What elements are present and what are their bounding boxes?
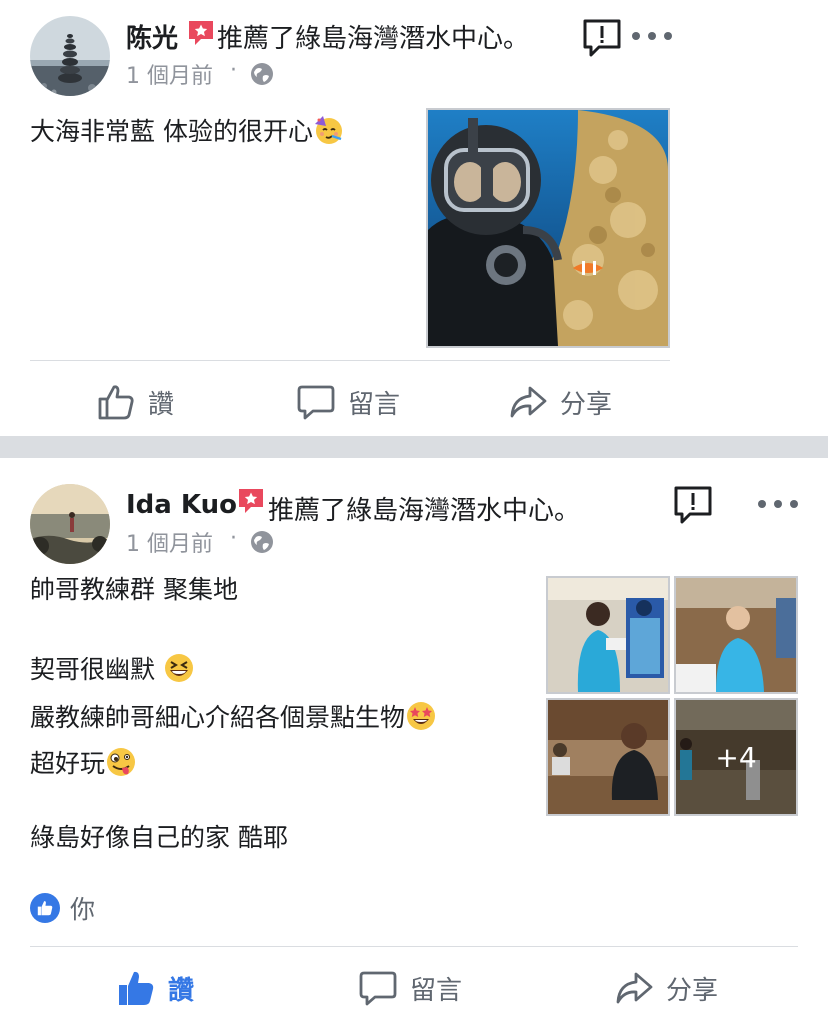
like-label: 讚	[168, 975, 195, 1006]
share-button[interactable]: 分享	[508, 380, 612, 424]
grinning-squinting-face-emoji	[164, 654, 193, 682]
feed-separator	[0, 436, 828, 458]
post-photo-more[interactable]: +4	[674, 698, 798, 816]
recommendation-text[interactable]: 推薦了綠島海灣潛水中心。	[268, 490, 580, 527]
comment-label: 留言	[410, 975, 463, 1006]
action-divider	[30, 946, 798, 947]
post-text-line: 超好玩	[30, 744, 137, 780]
comment-label: 留言	[348, 389, 401, 420]
comment-bubble-icon	[359, 971, 397, 1006]
more-icon[interactable]	[758, 494, 798, 514]
globe-icon	[251, 63, 273, 85]
thumbs-up-icon	[119, 971, 154, 1005]
meta-separator: ·	[230, 58, 237, 83]
author-name[interactable]: 陈光	[126, 18, 178, 55]
more-photos-count: +4	[676, 700, 796, 814]
post-text-line: 契哥很幽默	[30, 650, 195, 686]
share-arrow-icon	[616, 972, 653, 1004]
recommend-star-icon	[189, 21, 213, 45]
star-struck-emoji	[407, 702, 436, 730]
post-card: 陈光 推薦了綠島海灣潛水中心。 1 個月前 · 大海非常藍 体验的很开心 讚 留…	[0, 0, 828, 436]
avatar[interactable]	[30, 484, 110, 564]
action-divider	[30, 360, 670, 361]
report-icon[interactable]	[673, 485, 713, 525]
post-text-line: 帥哥教練群 聚集地	[30, 575, 238, 604]
partying-face-emoji	[314, 116, 342, 144]
globe-icon	[251, 531, 273, 553]
post-photo[interactable]	[546, 698, 670, 816]
reaction-names: 你	[70, 895, 96, 924]
like-label: 讚	[148, 389, 175, 420]
report-icon[interactable]	[582, 18, 622, 58]
post-text-line: 大海非常藍 体验的很开心	[30, 112, 345, 148]
like-button[interactable]: 讚	[116, 966, 194, 1010]
post-photo[interactable]	[426, 108, 670, 348]
comment-button[interactable]: 留言	[358, 966, 462, 1010]
more-icon[interactable]	[632, 26, 672, 46]
thumbs-up-icon	[98, 385, 134, 420]
author-name[interactable]: Ida Kuo	[126, 490, 237, 520]
meta-separator: ·	[230, 526, 237, 551]
post-time[interactable]: 1 個月前	[126, 526, 213, 558]
like-button[interactable]: 讚	[96, 380, 174, 424]
post-photo[interactable]	[674, 576, 798, 694]
share-label: 分享	[666, 975, 719, 1006]
post-card: Ida Kuo 推薦了綠島海灣潛水中心。 1 個月前 · 帥哥教練群 聚集地 契…	[0, 458, 828, 1020]
share-button[interactable]: 分享	[614, 966, 718, 1010]
like-reaction-icon	[30, 893, 60, 923]
reaction-summary[interactable]: 你	[30, 888, 95, 928]
share-arrow-icon	[510, 386, 547, 418]
comment-bubble-icon	[297, 385, 335, 420]
share-label: 分享	[560, 389, 613, 420]
avatar[interactable]	[30, 16, 110, 96]
post-text-line: 綠島好像自己的家 酷耶	[30, 823, 288, 852]
comment-button[interactable]: 留言	[296, 380, 400, 424]
recommend-star-icon	[239, 489, 263, 513]
post-text-line: 嚴教練帥哥細心介紹各個景點生物	[30, 698, 437, 734]
post-photo[interactable]	[546, 576, 670, 694]
zany-face-emoji	[107, 748, 136, 776]
post-time[interactable]: 1 個月前	[126, 58, 213, 90]
recommendation-text[interactable]: 推薦了綠島海灣潛水中心。	[217, 18, 529, 55]
